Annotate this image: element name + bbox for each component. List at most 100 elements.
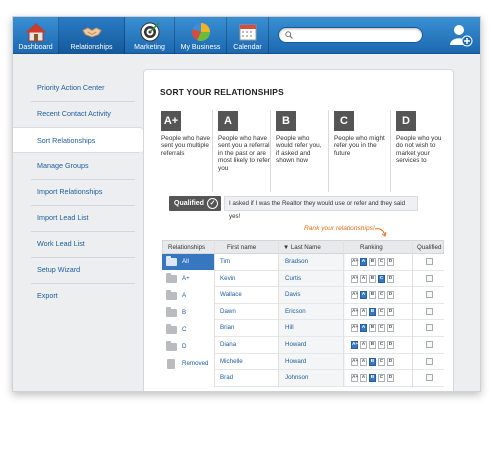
last-name-cell[interactable]: Curtis (285, 271, 301, 287)
group-item[interactable]: C (162, 322, 214, 338)
nav-marketing[interactable]: Marketing (125, 17, 175, 54)
sidebar-item-recent-contact-activity[interactable]: Recent Contact Activity (13, 101, 141, 127)
header-last-name[interactable]: ▼ Last Name (283, 241, 321, 255)
nav-dashboard[interactable]: Dashboard (13, 17, 59, 54)
last-name-cell[interactable]: Johnson (285, 370, 308, 386)
rank-button[interactable]: C (378, 258, 385, 266)
rank-button[interactable]: A (360, 274, 367, 283)
last-name-cell[interactable]: Davis (285, 287, 300, 303)
grade-description: People who might refer you in the future (334, 135, 385, 157)
rank-button[interactable]: A+ (351, 374, 358, 383)
rank-button[interactable]: C (378, 307, 385, 316)
first-name-cell[interactable]: Michelle (220, 354, 243, 370)
first-name-cell[interactable]: Diana (220, 337, 236, 353)
table-header: Relationships First name ▼ Last Name Ran… (162, 240, 444, 254)
rank-button[interactable]: D (387, 324, 394, 333)
qualified-checkbox[interactable] (426, 274, 433, 282)
column-divider (412, 240, 413, 387)
group-item[interactable]: Removed (162, 356, 214, 372)
first-name-cell[interactable]: Tim (220, 254, 230, 270)
group-item[interactable]: B (162, 305, 214, 321)
header-first-name[interactable]: First name (227, 241, 256, 255)
rank-button[interactable]: B (369, 258, 376, 266)
column-divider (214, 240, 215, 387)
rank-button[interactable]: A (360, 341, 367, 349)
rank-button[interactable]: A+ (351, 324, 358, 333)
qualified-checkbox[interactable] (426, 258, 433, 265)
first-name-cell[interactable]: Wallace (220, 287, 242, 303)
qualified-checkbox[interactable] (426, 291, 433, 299)
search-input[interactable] (297, 29, 417, 41)
search-box[interactable] (278, 27, 423, 43)
rank-button[interactable]: A (360, 324, 367, 333)
rank-button[interactable]: B (369, 324, 376, 333)
sidebar-item-sort-relationships[interactable]: Sort Relationships (13, 127, 141, 153)
rank-button[interactable]: A+ (351, 291, 358, 300)
group-item[interactable]: A+ (162, 271, 214, 287)
rank-button[interactable]: D (387, 258, 394, 266)
group-item[interactable]: D (162, 339, 214, 355)
sidebar-item-setup-wizard[interactable]: Setup Wizard (13, 257, 141, 283)
nav-my-business[interactable]: My Business (175, 17, 227, 54)
first-name-cell[interactable]: Brian (220, 320, 234, 336)
qualified-checkbox[interactable] (426, 324, 433, 332)
sidebar-item-work-lead-list[interactable]: Work Lead List (13, 231, 141, 257)
sidebar-item-priority-action-center[interactable]: Priority Action Center (13, 75, 141, 101)
sidebar-item-import-relationships[interactable]: Import Relationships (13, 179, 141, 205)
rank-button[interactable]: B (369, 307, 376, 316)
add-user-button[interactable] (449, 23, 473, 47)
group-item[interactable]: A (162, 288, 214, 304)
rank-button[interactable]: A+ (351, 357, 358, 366)
qualified-checkbox[interactable] (426, 374, 433, 382)
grade-badge: A+ (161, 111, 181, 131)
rank-button[interactable]: D (387, 307, 394, 316)
rank-button[interactable]: A (360, 374, 367, 383)
qualified-checkbox[interactable] (426, 341, 433, 348)
target-icon (140, 22, 160, 42)
rank-button[interactable]: C (378, 341, 385, 349)
rank-button[interactable]: B (369, 291, 376, 300)
rank-button[interactable]: D (387, 341, 394, 349)
rank-button[interactable]: C (378, 374, 385, 383)
sidebar-item-manage-groups[interactable]: Manage Groups (13, 153, 141, 179)
first-name-cell[interactable]: Dawn (220, 304, 236, 320)
qualified-checkbox[interactable] (426, 357, 433, 365)
last-name-cell[interactable]: Hill (285, 320, 294, 336)
rank-button[interactable]: A (360, 291, 367, 300)
first-name-cell[interactable]: Brad (220, 370, 233, 386)
group-item[interactable]: All (162, 254, 214, 270)
rank-button[interactable]: A (360, 357, 367, 366)
sidebar-item-label: Import Relationships (37, 187, 103, 196)
rank-button[interactable]: A+ (351, 307, 358, 316)
nav-label: Dashboard (18, 44, 53, 51)
table-row: Michelle Howard A+ A B C D (214, 353, 444, 371)
first-name-cell[interactable]: Kevin (220, 271, 235, 287)
rank-button[interactable]: B (369, 374, 376, 383)
rank-button[interactable]: A (360, 258, 367, 266)
rank-button[interactable]: B (369, 274, 376, 283)
rank-button[interactable]: C (378, 274, 385, 283)
last-name-cell[interactable]: Howard (285, 337, 306, 353)
sidebar-item-import-lead-list[interactable]: Import Lead List (13, 205, 141, 231)
grade-description: People who have sent you a referral in t… (218, 135, 270, 172)
rank-button[interactable]: D (387, 291, 394, 300)
rank-button[interactable]: A+ (351, 341, 358, 349)
rank-button[interactable]: C (378, 357, 385, 366)
rank-button[interactable]: A+ (351, 258, 358, 266)
last-name-cell[interactable]: Howard (285, 354, 306, 370)
rank-button[interactable]: D (387, 374, 394, 383)
rank-button[interactable]: B (369, 341, 376, 349)
rank-button[interactable]: A+ (351, 274, 358, 283)
rank-button[interactable]: D (387, 357, 394, 366)
rank-button[interactable]: A (360, 307, 367, 316)
nav-relationships[interactable]: Relationships (59, 17, 125, 54)
last-name-cell[interactable]: Ericson (285, 304, 306, 320)
rank-button[interactable]: C (378, 324, 385, 333)
rank-button[interactable]: D (387, 274, 394, 283)
nav-calendar[interactable]: Calendar (227, 17, 269, 54)
sidebar-item-export[interactable]: Export (13, 283, 141, 309)
last-name-cell[interactable]: Bradson (285, 254, 308, 270)
qualified-checkbox[interactable] (426, 307, 433, 315)
rank-button[interactable]: C (378, 291, 385, 300)
rank-button[interactable]: B (369, 357, 376, 366)
